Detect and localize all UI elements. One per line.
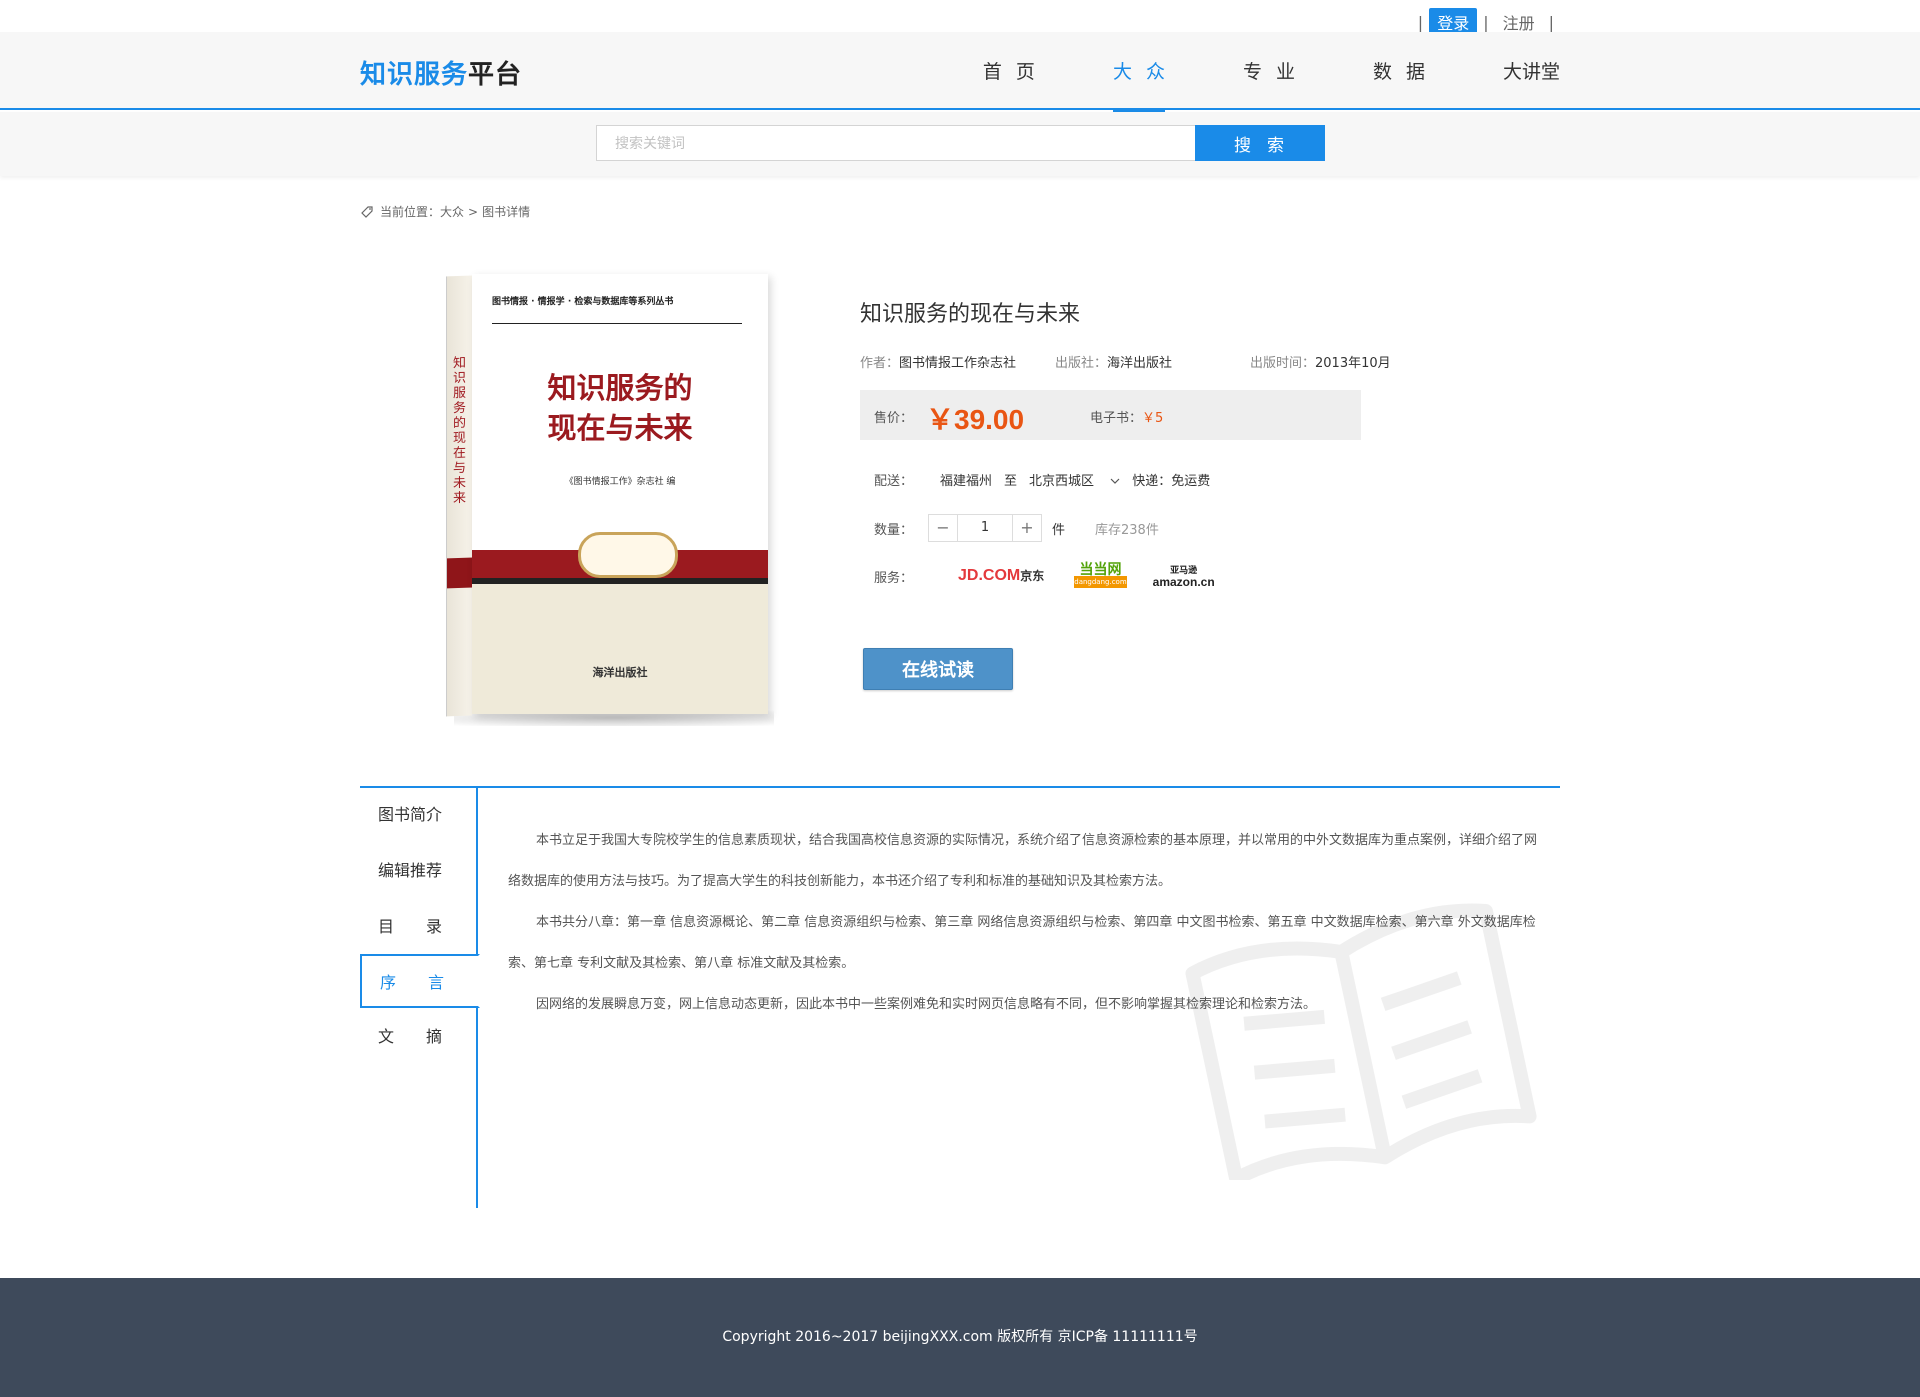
publish-date: 出版时间：2013年10月 — [1250, 352, 1445, 371]
ebook-price: 电子书：￥5 — [1090, 407, 1163, 426]
delivery-label: 配送： — [874, 474, 914, 489]
breadcrumb: 当前位置：大众 > 图书详情 — [360, 203, 530, 220]
chevron-down-icon — [1110, 478, 1120, 484]
amazon-text: amazon.cn — [1152, 575, 1215, 589]
date-value: 2013年10月 — [1315, 356, 1391, 371]
express-info: 快递：免运费 — [1132, 474, 1211, 489]
search-button[interactable]: 搜索 — [1195, 125, 1325, 161]
delivery-row: 配送： 福建福州 至 北京西城区 快递：免运费 — [874, 470, 1222, 489]
cover-title: 知识服务的 现在与未来 — [492, 368, 748, 448]
separator: | — [1483, 12, 1489, 32]
nav-item-public[interactable]: 大众 — [1112, 32, 1179, 112]
cover-front: 图书情报 · 情报学 · 检索与数据库等系列丛书 知识服务的 现在与未来 《图书… — [472, 274, 768, 714]
author-label: 作者： — [860, 356, 900, 371]
cover-editor: 《图书情报工作》杂志社 编 — [564, 477, 676, 487]
date-label: 出版时间： — [1250, 356, 1316, 371]
service-row: 服务： JD.COM京东 当当网 dangdang.com 亚马逊 amazon.c… — [874, 563, 1215, 588]
cover-publisher: 海洋出版社 — [592, 666, 648, 679]
book-title: 知识服务的现在与未来 — [860, 302, 1081, 327]
site-header: 知识服务平台 首页 大众 专业 数据 大讲堂 — [0, 32, 1920, 112]
quantity-label: 数量： — [874, 522, 914, 538]
logo-text-blue: 知识服务 — [360, 60, 469, 90]
publisher-value[interactable]: 海洋出版社 — [1107, 356, 1172, 371]
location-tag-icon — [361, 205, 373, 218]
tab-recommend[interactable]: 编辑推荐 — [360, 844, 480, 898]
jd-text: JD.COM — [958, 567, 1021, 584]
book-watermark-icon — [1185, 903, 1537, 1180]
delivery-to: 北京西城区 — [1029, 474, 1095, 489]
price-box: 售价： ￥39.00 电子书：￥5 — [860, 390, 1361, 440]
author: 作者：图书情报工作杂志社 — [860, 352, 1055, 371]
top-bar: | 登录 | 注册 | — [0, 0, 1920, 36]
separator: | — [1548, 12, 1554, 32]
read-online-button[interactable]: 在线试读 — [863, 648, 1013, 690]
tab-toc[interactable]: 目 录 — [360, 900, 480, 954]
search-bar: 搜索 — [0, 112, 1920, 176]
delivery-to-select[interactable]: 北京西城区 — [1029, 470, 1120, 489]
service-label: 服务： — [874, 570, 914, 586]
delivery-to-word: 至 — [1004, 474, 1018, 489]
price-value: ￥39.00 — [926, 404, 1025, 435]
cover-title-line1: 知识服务的 — [547, 371, 693, 405]
site-footer: Copyright 2016~2017 beijingXXX.com 版权所有 … — [0, 1278, 1920, 1397]
quantity-plus-button[interactable]: + — [1013, 515, 1041, 541]
quantity-stepper: − 1 + — [928, 514, 1042, 542]
tab-intro[interactable]: 图书简介 — [360, 788, 480, 842]
publisher-label: 出版社： — [1055, 356, 1108, 371]
quantity-row: 数量： − 1 + 件 库存238件 — [874, 514, 1159, 542]
main-nav: 首页 大众 专业 数据 大讲堂 — [919, 32, 1560, 112]
price-label: 售价： — [874, 411, 914, 426]
tab-preface[interactable]: 序 言 — [360, 954, 480, 1008]
publisher: 出版社：海洋出版社 — [1055, 352, 1250, 371]
book-info: 知识服务的现在与未来 作者：图书情报工作杂志社 出版社：海洋出版社 出版时间：2… — [860, 296, 1391, 690]
breadcrumb-prefix[interactable]: 当前位置：大众 — [380, 203, 464, 220]
quantity-minus-button[interactable]: − — [929, 515, 957, 541]
breadcrumb-arrow: > — [468, 204, 479, 219]
breadcrumb-current: 图书详情 — [482, 205, 531, 219]
logo-text-dark: 平台 — [468, 60, 523, 90]
detail-divider — [360, 786, 1560, 788]
nav-item-home[interactable]: 首页 — [983, 32, 1049, 110]
copyright-text: Copyright 2016~2017 beijingXXX.com 版权所有 … — [722, 1329, 1198, 1345]
cover-series-text: 图书情报 · 情报学 · 检索与数据库等系列丛书 — [492, 294, 742, 324]
ebook-label: 电子书： — [1090, 411, 1143, 426]
ebook-value: ￥5 — [1142, 411, 1164, 426]
book-spine: 知识服务的现在与未来 — [446, 275, 473, 717]
stock-count: 库存238件 — [1095, 522, 1159, 538]
book-cover: 知识服务的现在与未来 图书情报 · 情报学 · 检索与数据库等系列丛书 知识服务… — [440, 270, 780, 730]
nav-item-professional[interactable]: 专业 — [1243, 32, 1309, 110]
author-value[interactable]: 图书情报工作杂志社 — [899, 356, 1016, 371]
quantity-input[interactable]: 1 — [957, 515, 1013, 541]
spine-title: 知识服务的现在与未来 — [453, 355, 467, 507]
cover-ornament — [578, 532, 678, 578]
search-input[interactable] — [596, 125, 1196, 161]
cover-title-line2: 现在与未来 — [547, 411, 693, 445]
cover-bottom — [472, 584, 768, 714]
quantity-unit: 件 — [1052, 522, 1066, 538]
detail-tabs: 图书简介 编辑推荐 目 录 序 言 文 摘 — [360, 788, 480, 1208]
register-link[interactable]: 注册 — [1495, 10, 1543, 34]
separator: | — [1417, 12, 1424, 32]
site-logo[interactable]: 知识服务平台 — [360, 54, 522, 91]
nav-item-data[interactable]: 数据 — [1373, 32, 1439, 110]
jd-cn-text: 京东 — [1020, 569, 1045, 583]
book-meta: 作者：图书情报工作杂志社 出版社：海洋出版社 出版时间：2013年10月 — [860, 352, 1460, 371]
amazon-logo-icon[interactable]: 亚马逊 amazon.cn — [1153, 564, 1215, 588]
dangdang-sub: dangdang.com — [1074, 576, 1127, 588]
dangdang-logo-icon[interactable]: 当当网 dangdang.com — [1074, 563, 1127, 588]
detail-paragraph: 本书立足于我国大专院校学生的信息素质现状，结合我国高校信息资源的实际情况，系统介… — [508, 833, 1538, 889]
spine-band — [447, 557, 473, 589]
nav-item-lecture[interactable]: 大讲堂 — [1503, 32, 1560, 110]
jd-logo-icon[interactable]: JD.COM京东 — [958, 567, 1048, 585]
delivery-from: 福建福州 — [940, 474, 993, 489]
tab-excerpt[interactable]: 文 摘 — [360, 1010, 480, 1064]
